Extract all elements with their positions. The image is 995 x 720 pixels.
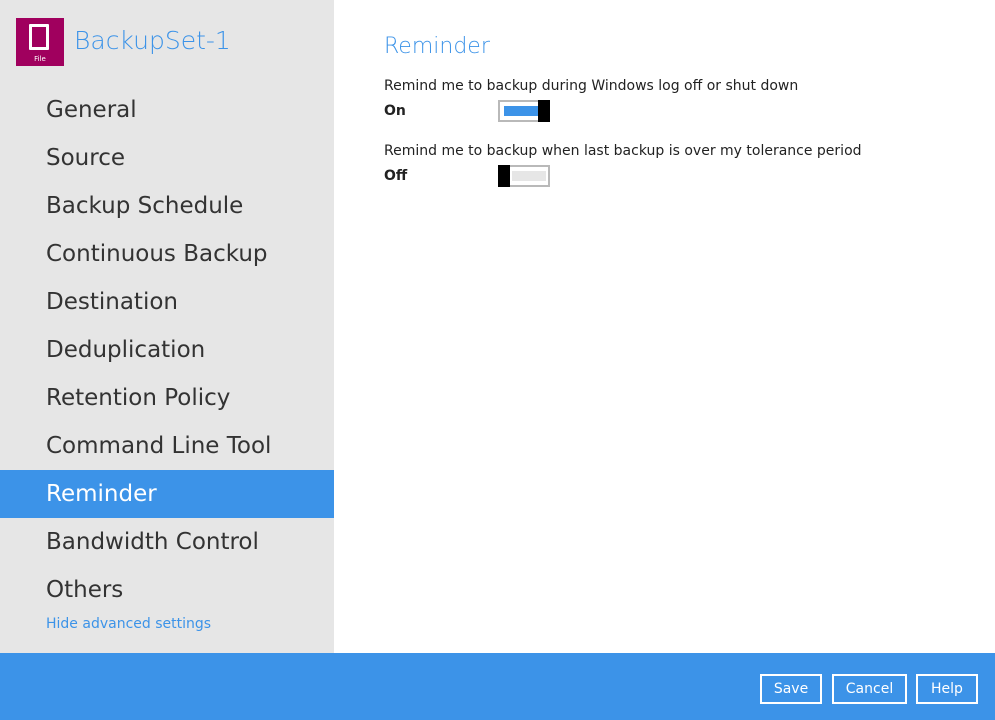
sidebar-item-continuous-backup[interactable]: Continuous Backup	[0, 230, 334, 278]
logoff-reminder-label: Remind me to backup during Windows log o…	[384, 78, 799, 94]
tolerance-reminder-label: Remind me to backup when last backup is …	[384, 143, 862, 159]
hide-advanced-settings-link[interactable]: Hide advanced settings	[46, 616, 211, 632]
main-panel: Reminder Remind me to backup during Wind…	[334, 0, 995, 653]
sidebar-item-backup-schedule[interactable]: Backup Schedule	[0, 182, 334, 230]
cancel-button[interactable]: Cancel	[832, 674, 907, 704]
sidebar-item-reminder[interactable]: Reminder	[0, 470, 334, 518]
save-button[interactable]: Save	[760, 674, 822, 704]
sidebar-item-general[interactable]: General	[0, 86, 334, 134]
logoff-reminder-state: On	[384, 103, 406, 119]
sidebar-item-destination[interactable]: Destination	[0, 278, 334, 326]
sidebar-item-deduplication[interactable]: Deduplication	[0, 326, 334, 374]
sidebar: File BackupSet-1 General Source Backup Sch…	[0, 0, 334, 653]
sidebar-item-bandwidth-control[interactable]: Bandwidth Control	[0, 518, 334, 566]
help-button[interactable]: Help	[916, 674, 978, 704]
sidebar-item-source[interactable]: Source	[0, 134, 334, 182]
sidebar-item-command-line-tool[interactable]: Command Line Tool	[0, 422, 334, 470]
logoff-reminder-toggle[interactable]	[498, 100, 550, 122]
backup-set-title: BackupSet-1	[74, 26, 231, 55]
tolerance-reminder-toggle[interactable]	[498, 165, 550, 187]
tolerance-reminder-state: Off	[384, 168, 408, 184]
sidebar-item-others[interactable]: Others	[0, 566, 334, 614]
file-icon: File	[16, 18, 64, 66]
footer-bar: Save Cancel Help	[0, 653, 995, 720]
sidebar-item-retention-policy[interactable]: Retention Policy	[0, 374, 334, 422]
page-title: Reminder	[384, 34, 490, 59]
logo-label: File	[34, 55, 46, 63]
